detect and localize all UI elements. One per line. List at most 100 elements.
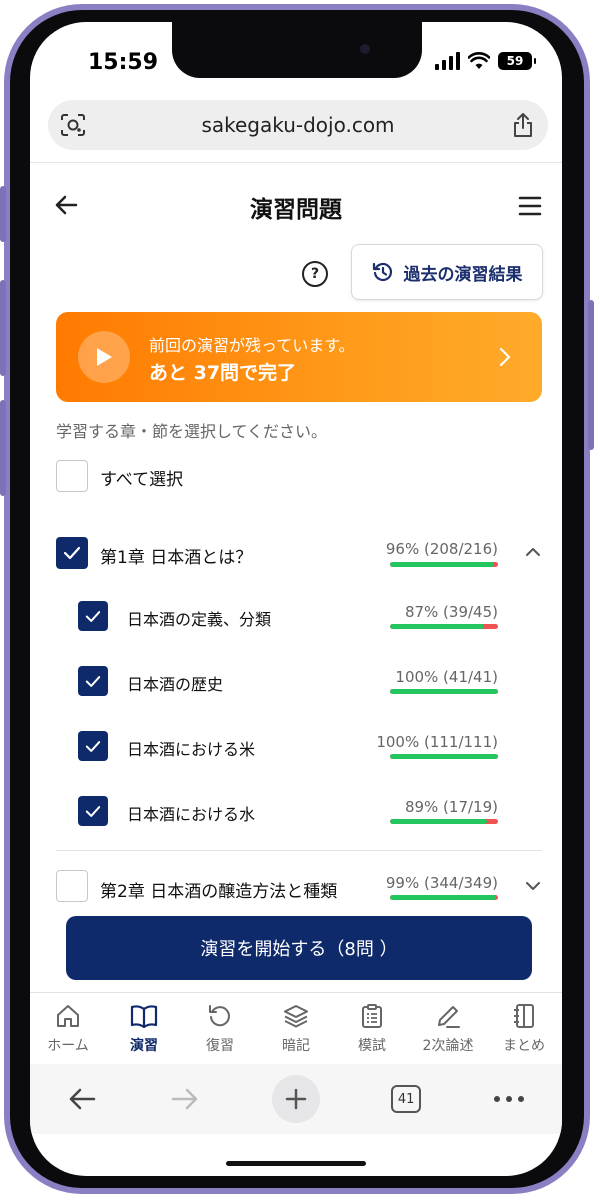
refresh-icon — [209, 1005, 230, 1027]
plus-icon — [285, 1088, 307, 1110]
new-tab-button[interactable] — [271, 1075, 320, 1123]
start-exercise-button[interactable]: 演習を開始する（8問 ） — [66, 916, 532, 980]
side-button — [0, 280, 6, 376]
help-icon[interactable]: ? — [302, 261, 328, 287]
notch — [172, 22, 422, 78]
section-checkbox[interactable] — [78, 731, 108, 761]
chapter-progress-bar — [390, 895, 498, 900]
play-icon — [78, 331, 130, 383]
url-text[interactable]: sakegaku-dojo.com — [98, 113, 498, 137]
camera — [360, 44, 370, 54]
tab-home[interactable]: ホーム — [30, 993, 106, 1065]
check-icon — [63, 546, 81, 560]
clipboard-icon — [362, 1004, 382, 1028]
select-all-checkbox[interactable] — [56, 460, 88, 492]
check-icon — [85, 675, 101, 687]
tab-review[interactable]: 復習 — [182, 993, 258, 1065]
progress-fill — [390, 754, 498, 759]
chapter-divider — [56, 850, 542, 851]
app-header: 演習問題 — [30, 177, 562, 237]
browser-toolbar: 41 — [30, 1064, 562, 1134]
instruction-text: 学習する章・節を選択してください。 — [56, 422, 328, 441]
home-indicator — [226, 1161, 366, 1166]
book-icon — [130, 1005, 158, 1029]
section-checkbox[interactable] — [78, 666, 108, 696]
tab-label: 2次論述 — [422, 1038, 474, 1054]
address-bar[interactable]: sakegaku-dojo.com — [48, 100, 548, 150]
progress-fill — [390, 689, 498, 694]
section-progress-bar — [390, 624, 498, 629]
wifi-icon — [468, 52, 490, 69]
tab-label: ホーム — [47, 1038, 89, 1054]
section-label[interactable]: 日本酒の定義、分類 — [127, 606, 271, 630]
chevron-down-icon[interactable] — [525, 880, 541, 892]
section-label[interactable]: 日本酒における水 — [127, 801, 255, 825]
tab-memorize[interactable]: 暗記 — [258, 993, 334, 1065]
history-button[interactable]: 過去の演習結果 — [351, 244, 543, 300]
browser-back-icon[interactable] — [66, 1085, 98, 1113]
menu-icon[interactable] — [518, 195, 542, 217]
tab-label: 復習 — [206, 1038, 234, 1054]
section-progress-text: 100% (41/41) — [395, 668, 498, 686]
chapter-checkbox[interactable] — [56, 870, 88, 902]
chevron-up-icon[interactable] — [525, 546, 541, 558]
battery-level: 59 — [506, 54, 524, 68]
select-all-label[interactable]: すべて選択 — [100, 465, 183, 490]
layers-icon — [284, 1005, 308, 1028]
chapter-progress-text: 96% (208/216) — [385, 540, 498, 558]
home-icon — [57, 1005, 79, 1027]
resume-banner-message: 前回の演習が残っています。 — [149, 336, 355, 355]
chapter-checkbox[interactable] — [56, 537, 88, 569]
section-progress-bar — [390, 689, 498, 694]
status-icons: 59 — [435, 52, 536, 70]
section-progress-bar — [390, 819, 498, 824]
section-label[interactable]: 日本酒における米 — [127, 736, 255, 760]
side-button — [0, 400, 6, 496]
screen: 15:59 59 sakegaku-dojo.com 演習問題 ? 過去の演習結… — [30, 22, 562, 1176]
section-progress-text: 100% (111/111) — [376, 733, 498, 751]
pen-icon — [438, 1006, 460, 1028]
progress-fill — [390, 562, 494, 567]
section-progress-bar — [390, 754, 498, 759]
tab-mock-exam[interactable]: 模試 — [334, 993, 410, 1065]
section-progress-text: 87% (39/45) — [404, 603, 498, 621]
battery-icon: 59 — [498, 52, 536, 70]
chapter-label[interactable]: 第2章 日本酒の醸造方法と種類 — [100, 877, 337, 902]
side-button — [588, 300, 594, 450]
progress-fill — [390, 895, 497, 900]
divider — [30, 162, 562, 163]
chevron-right-icon — [499, 347, 511, 367]
tab-label: 暗記 — [282, 1038, 310, 1054]
tab-switcher-button[interactable]: 41 — [391, 1085, 422, 1113]
section-checkbox[interactable] — [78, 601, 108, 631]
bottom-tab-bar: ホーム 演習 復習 暗記 模試 2次論述 まとめ — [30, 992, 562, 1065]
section-checkbox[interactable] — [78, 796, 108, 826]
page-title: 演習問題 — [250, 197, 342, 223]
check-icon — [85, 740, 101, 752]
lens-icon[interactable] — [48, 113, 98, 137]
progress-fill — [390, 624, 484, 629]
tab-exercise[interactable]: 演習 — [106, 993, 182, 1065]
check-icon — [85, 805, 101, 817]
back-arrow-icon[interactable] — [52, 191, 80, 219]
chapter-progress-bar — [390, 562, 498, 567]
tab-label: 演習 — [130, 1038, 158, 1054]
tab-summary[interactable]: まとめ — [486, 993, 562, 1065]
tab-essay[interactable]: 2次論述 — [410, 993, 486, 1065]
share-icon[interactable] — [498, 112, 548, 138]
tab-label: まとめ — [503, 1038, 545, 1054]
side-button — [0, 186, 6, 242]
history-button-label: 過去の演習結果 — [403, 264, 523, 285]
resume-banner-remaining: あと 37問で完了 — [149, 362, 297, 384]
history-icon — [372, 262, 392, 282]
chapter-label[interactable]: 第1章 日本酒とは？ — [100, 543, 252, 568]
notebook-icon — [514, 1004, 534, 1028]
more-icon[interactable] — [492, 1094, 526, 1104]
section-label[interactable]: 日本酒の歴史 — [127, 671, 223, 695]
section-progress-text: 89% (17/19) — [404, 798, 498, 816]
check-icon — [85, 610, 101, 622]
signal-icon — [435, 52, 460, 70]
status-time: 15:59 — [88, 50, 159, 75]
resume-banner[interactable]: 前回の演習が残っています。 あと 37問で完了 — [56, 312, 542, 402]
browser-forward-icon[interactable] — [169, 1085, 201, 1113]
